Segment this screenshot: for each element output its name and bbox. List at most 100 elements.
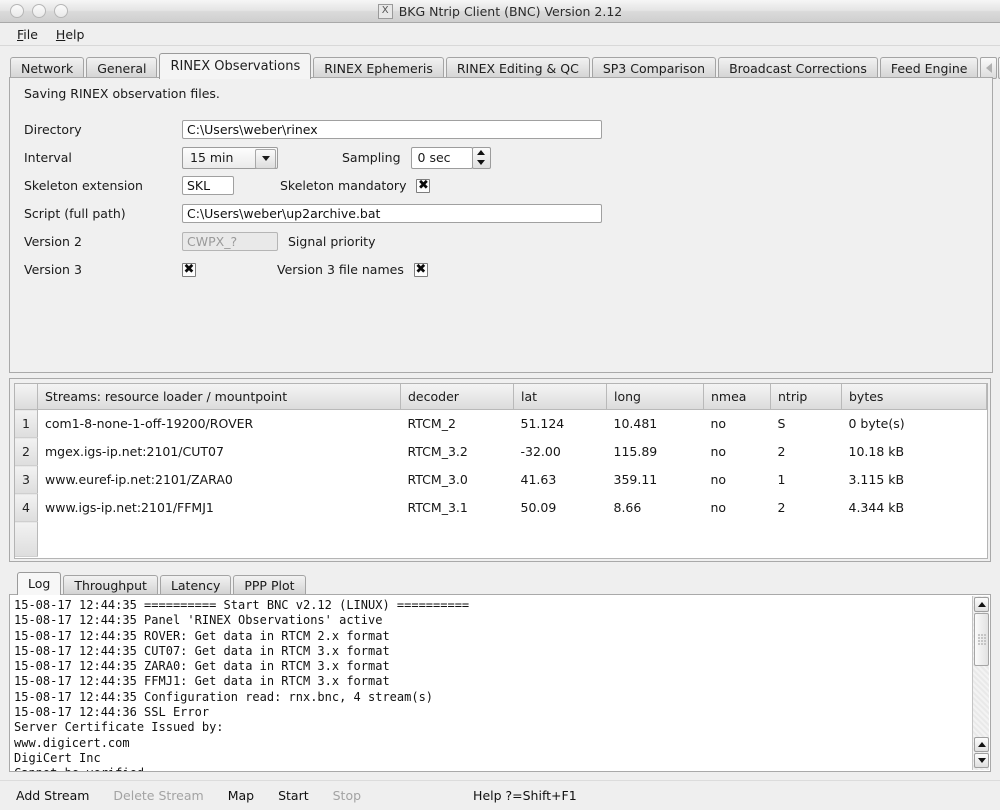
log-vertical-scrollbar[interactable] (972, 596, 989, 770)
row-number-empty (15, 522, 38, 557)
directory-row: Directory (24, 116, 602, 143)
menu-item-help-rest: elp (65, 27, 84, 42)
scroll-up-button-bottom[interactable] (974, 737, 989, 752)
log-output-area[interactable]: 15-08-17 12:44:35 ========== Start BNC v… (9, 594, 991, 772)
table-row[interactable]: 1 com1-8-none-1-off-19200/ROVER RTCM_2 5… (15, 410, 987, 438)
column-header-mountpoint[interactable]: Streams: resource loader / mountpoint (38, 384, 401, 410)
tab-sp3-comparison[interactable]: SP3 Comparison (592, 57, 716, 79)
interval-label: Interval (24, 150, 182, 165)
sampling-increment-button[interactable] (473, 148, 490, 158)
version2-row: Version 2 Signal priority (24, 228, 602, 255)
tab-rinex-ephemeris[interactable]: RINEX Ephemeris (313, 57, 444, 79)
directory-input[interactable] (182, 120, 602, 139)
signal-priority-label: Signal priority (288, 234, 375, 249)
scroll-up-button[interactable] (974, 597, 989, 612)
cell-lat: -32.00 (514, 438, 607, 466)
row-number[interactable]: 4 (15, 494, 38, 522)
window-maximize-button[interactable] (54, 4, 68, 18)
column-header-lat[interactable]: lat (514, 384, 607, 410)
cell-decoder: RTCM_2 (401, 410, 514, 438)
table-row[interactable]: 4 www.igs-ip.net:2101/FFMJ1 RTCM_3.1 50.… (15, 494, 987, 522)
cell-mountpoint: mgex.igs-ip.net:2101/CUT07 (38, 438, 401, 466)
scrollbar-thumb[interactable] (974, 613, 989, 666)
cell-empty (38, 522, 987, 557)
interval-value: 15 min (183, 150, 233, 165)
cell-mountpoint: www.euref-ip.net:2101/ZARA0 (38, 466, 401, 494)
skeleton-mandatory-label: Skeleton mandatory (280, 178, 406, 193)
row-number[interactable]: 1 (15, 410, 38, 438)
streams-table-head: Streams: resource loader / mountpoint de… (15, 384, 987, 410)
tab-general[interactable]: General (86, 57, 157, 79)
version3-label: Version 3 (24, 262, 182, 277)
column-header-long[interactable]: long (607, 384, 704, 410)
cell-long: 115.89 (607, 438, 704, 466)
column-header-bytes[interactable]: bytes (842, 384, 987, 410)
map-button[interactable]: Map (228, 788, 254, 803)
sampling-decrement-button[interactable] (473, 158, 490, 168)
caret-up-icon (978, 602, 986, 607)
cell-mountpoint: com1-8-none-1-off-19200/ROVER (38, 410, 401, 438)
checkbox-check-icon: ✖ (415, 264, 426, 276)
checkbox-check-icon: ✖ (418, 180, 429, 192)
cell-mountpoint: www.igs-ip.net:2101/FFMJ1 (38, 494, 401, 522)
add-stream-button[interactable]: Add Stream (16, 788, 89, 803)
stop-button: Stop (333, 788, 361, 803)
script-input[interactable] (182, 204, 602, 223)
column-header-nmea[interactable]: nmea (704, 384, 771, 410)
tab-ppp-plot[interactable]: PPP Plot (233, 575, 305, 595)
skeleton-extension-input[interactable] (182, 176, 234, 195)
window-minimize-button[interactable] (32, 4, 46, 18)
version3-file-names-label: Version 3 file names (277, 262, 404, 277)
script-label: Script (full path) (24, 206, 182, 221)
menu-item-help[interactable]: Help (47, 25, 94, 44)
cell-decoder: RTCM_3.2 (401, 438, 514, 466)
cell-nmea: no (704, 438, 771, 466)
column-header-ntrip[interactable]: ntrip (771, 384, 842, 410)
checkbox-check-icon: ✖ (184, 264, 195, 276)
log-tab-bar: Log Throughput Latency PPP Plot (9, 570, 991, 594)
streams-table-body: 1 com1-8-none-1-off-19200/ROVER RTCM_2 5… (15, 410, 987, 557)
column-header-decoder[interactable]: decoder (401, 384, 514, 410)
chevron-down-icon (262, 156, 270, 161)
menu-item-file[interactable]: File (8, 25, 47, 44)
version2-signal-priority-input[interactable] (182, 232, 278, 251)
help-hint: Help ?=Shift+F1 (473, 788, 577, 803)
start-button[interactable]: Start (278, 788, 309, 803)
row-number[interactable]: 3 (15, 466, 38, 494)
tab-scroll-left-button[interactable] (980, 57, 997, 79)
window-close-button[interactable] (10, 4, 24, 18)
streams-header-row: Streams: resource loader / mountpoint de… (15, 384, 987, 410)
cell-decoder: RTCM_3.1 (401, 494, 514, 522)
sampling-stepper[interactable]: 0 sec (411, 147, 473, 169)
grip-icon (978, 634, 986, 646)
window-buttons (10, 4, 68, 18)
table-row[interactable]: 3 www.euref-ip.net:2101/ZARA0 RTCM_3.0 4… (15, 466, 987, 494)
skeleton-mandatory-checkbox[interactable]: ✖ (416, 179, 430, 193)
tab-rinex-observations[interactable]: RINEX Observations (159, 53, 311, 79)
interval-dropdown-button[interactable] (255, 149, 276, 169)
rinex-observations-settings-panel: Saving RINEX observation files. Director… (9, 77, 993, 373)
table-row[interactable]: 2 mgex.igs-ip.net:2101/CUT07 RTCM_3.2 -3… (15, 438, 987, 466)
tab-feed-engine[interactable]: Feed Engine (880, 57, 979, 79)
scroll-down-button[interactable] (974, 753, 989, 768)
row-number[interactable]: 2 (15, 438, 38, 466)
interval-select[interactable]: 15 min (182, 147, 278, 169)
cell-lat: 41.63 (514, 466, 607, 494)
tab-latency[interactable]: Latency (160, 575, 231, 595)
tab-rinex-editing-qc[interactable]: RINEX Editing & QC (446, 57, 590, 79)
tab-network[interactable]: Network (10, 57, 84, 79)
version3-checkbox[interactable]: ✖ (182, 263, 196, 277)
cell-ntrip: S (771, 410, 842, 438)
version3-file-names-checkbox[interactable]: ✖ (414, 263, 428, 277)
interval-row: Interval 15 min Sampling 0 sec (24, 144, 602, 171)
tab-throughput[interactable]: Throughput (63, 575, 158, 595)
cell-lat: 51.124 (514, 410, 607, 438)
cell-bytes: 3.115 kB (842, 466, 987, 494)
tab-log[interactable]: Log (17, 572, 61, 595)
version3-row: Version 3 ✖ Version 3 file names ✖ (24, 256, 602, 283)
skeleton-extension-label: Skeleton extension (24, 178, 182, 193)
tab-broadcast-corrections[interactable]: Broadcast Corrections (718, 57, 878, 79)
window-title-group: X BKG Ntrip Client (BNC) Version 2.12 (0, 4, 1000, 19)
cell-bytes: 0 byte(s) (842, 410, 987, 438)
caret-up-icon (477, 150, 485, 155)
